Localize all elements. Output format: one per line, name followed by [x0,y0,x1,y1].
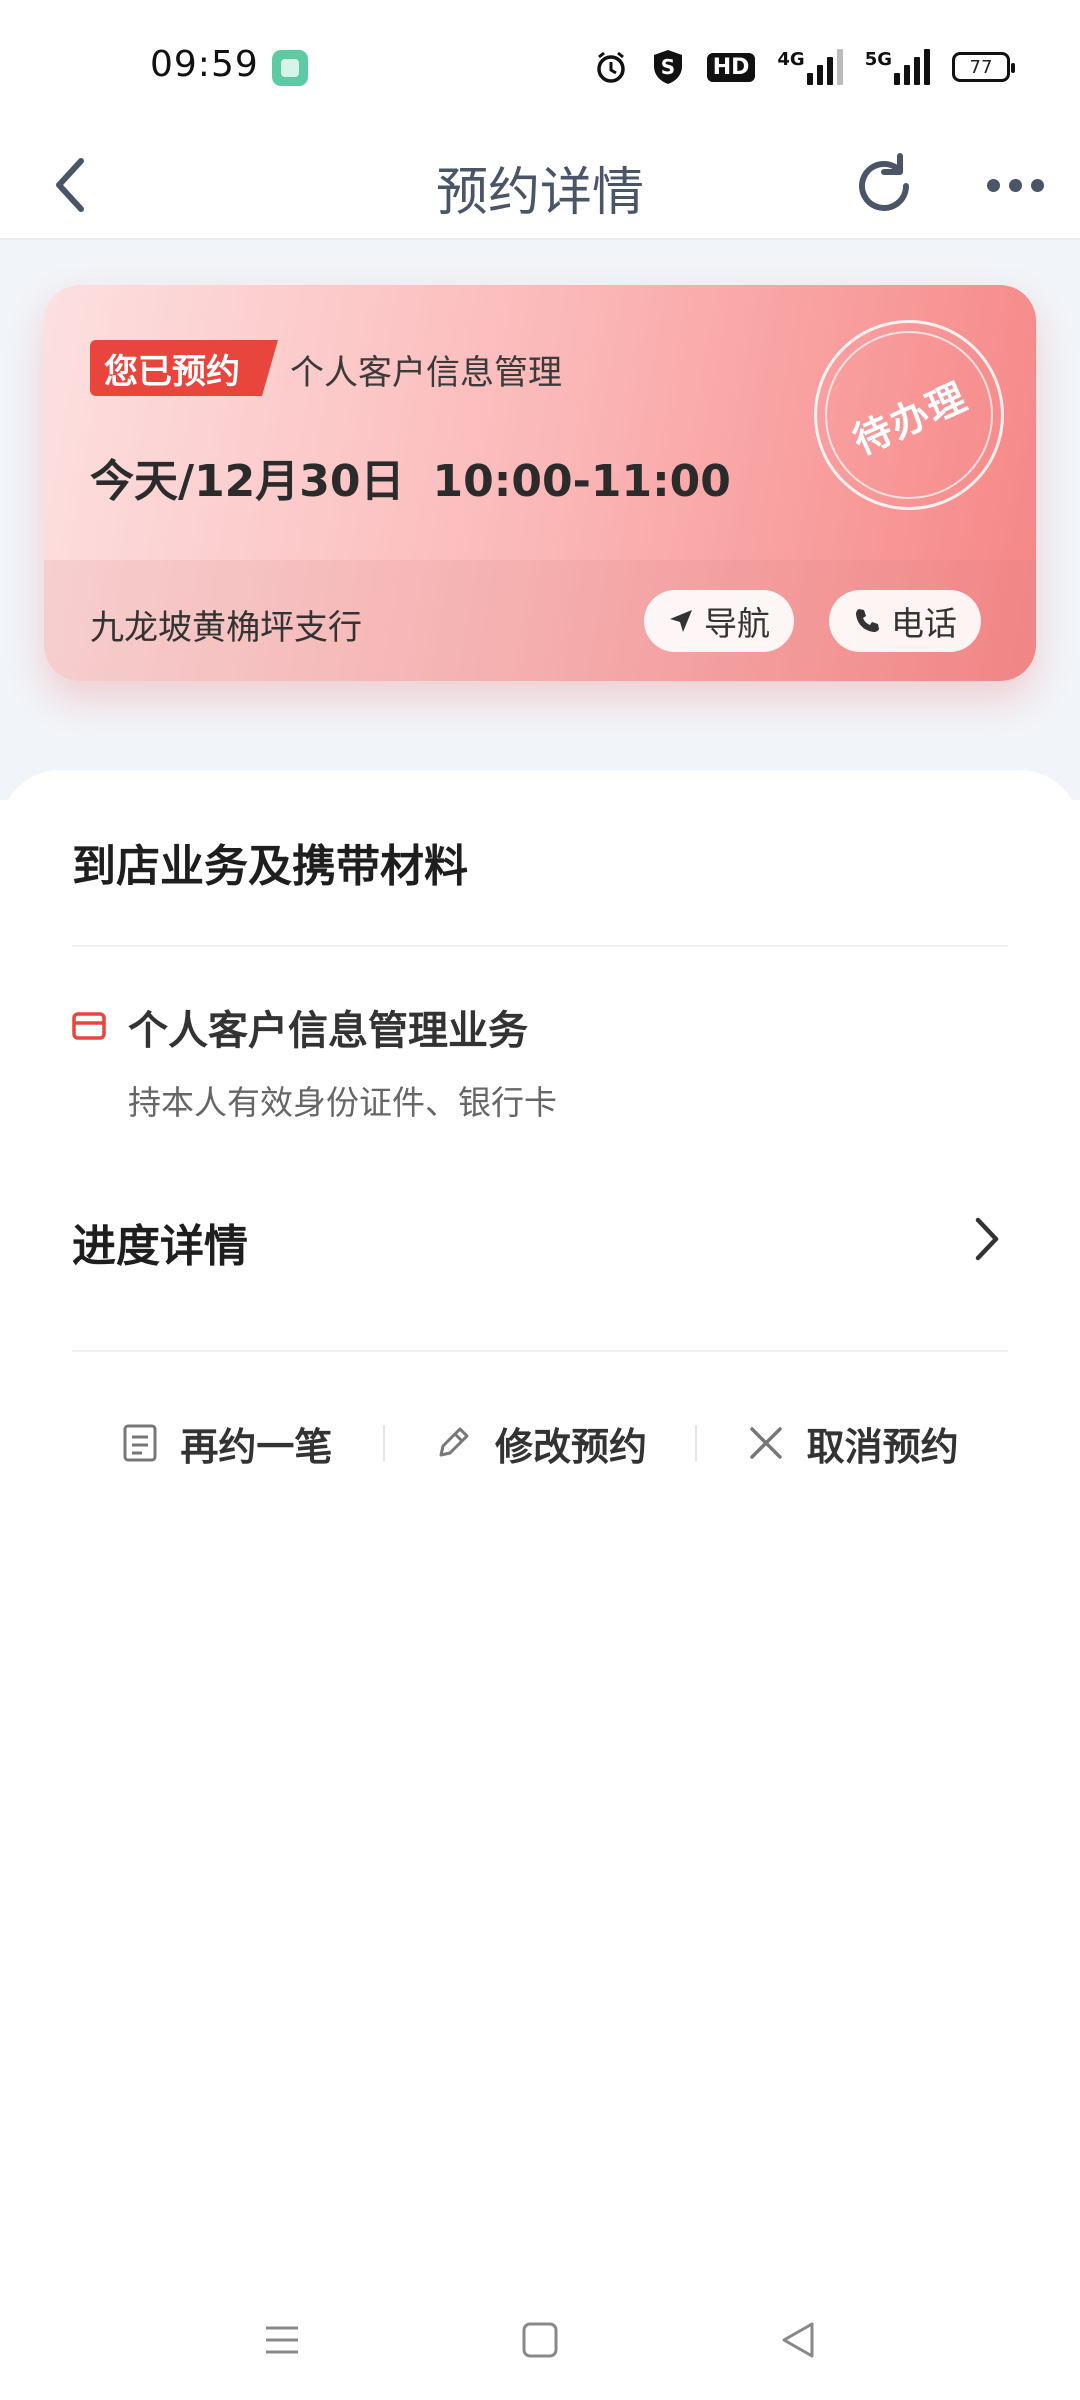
app-notification-icon [272,50,308,86]
hd-icon: HD [706,52,756,82]
appointment-datetime: 今天/12月30日 10:00-11:00 [90,445,731,509]
pencil-icon [439,1427,469,1457]
card-footer: 九龙坡黄桷坪支行 导航 电话 [44,560,1036,681]
more-dot [986,178,1000,192]
5g-label: 5G [864,49,892,70]
business-item-materials: 持本人有效身份证件、银行卡 [128,1083,557,1122]
cancel-button[interactable]: 取消预约 [697,1416,1008,1471]
system-nav-bar [0,2280,1080,2400]
home-button[interactable] [510,2310,570,2370]
status-bar: 09:59 S HD 4G 5G 77 [0,0,1080,130]
card-icon [72,1012,106,1040]
square-home-icon [522,2322,558,2358]
more-dot [1030,178,1044,192]
4g-label: 4G [777,49,805,70]
alarm-icon [593,49,629,85]
navigate-button[interactable]: 导航 [644,590,794,652]
progress-title: 进度详情 [72,1221,248,1272]
branch-name: 九龙坡黄桷坪支行 [90,608,362,648]
header-bar: 预约详情 [0,130,1080,240]
call-label: 电话 [891,604,957,643]
svg-text:S: S [660,55,674,79]
booked-badge: 您已预约 [90,340,278,396]
status-stamp-text: 待办理 [846,373,975,463]
rebook-label: 再约一笔 [180,1424,333,1469]
appointment-card: 您已预约 个人客户信息管理 今天/12月30日 10:00-11:00 待办理 九… [44,285,1036,681]
progress-details-row[interactable]: 进度详情 [0,1210,1080,1310]
4g-signal-icon: 4G [777,49,843,85]
appointment-time: 10:00-11:00 [432,456,731,507]
appointment-service: 个人客户信息管理 [290,353,562,393]
chevron-right-icon [975,1217,999,1261]
triangle-back-icon [782,2322,814,2358]
more-dot [1008,178,1022,192]
refresh-button[interactable] [850,150,920,220]
modify-label: 修改预约 [495,1424,648,1469]
rebook-button[interactable]: 再约一笔 [72,1416,383,1471]
menu-icon [266,2326,298,2354]
5g-signal-icon: 5G [865,49,930,85]
status-stamp: 待办理 [814,320,1004,510]
details-panel: 到店业务及携带材料 个人客户信息管理业务 持本人有效身份证件、银行卡 进度详情 … [0,770,1080,2400]
navigate-label: 导航 [704,604,770,643]
status-time: 09:59 [150,44,259,85]
divider [72,1350,1008,1352]
document-icon [123,1424,157,1462]
refresh-icon [859,153,909,211]
business-item-name: 个人客户信息管理业务 [128,1008,528,1054]
divider [72,945,1008,947]
materials-title: 到店业务及携带材料 [72,841,468,892]
action-bar: 再约一笔 修改预约 取消预约 [72,1398,1008,1488]
more-button[interactable] [975,150,1055,220]
battery-icon: 77 [952,52,1015,82]
recent-apps-button[interactable] [252,2310,312,2370]
status-icons: S HD 4G 5G 77 [593,48,1015,86]
s-shield-icon: S [651,48,685,86]
call-button[interactable]: 电话 [829,590,981,652]
modify-button[interactable]: 修改预约 [385,1416,696,1471]
navigation-arrow-icon [670,610,692,632]
close-icon [749,1427,782,1459]
phone-icon [856,609,879,632]
appointment-date: 今天/12月30日 [90,456,405,507]
cancel-label: 取消预约 [806,1424,959,1469]
system-back-button[interactable] [768,2310,828,2370]
